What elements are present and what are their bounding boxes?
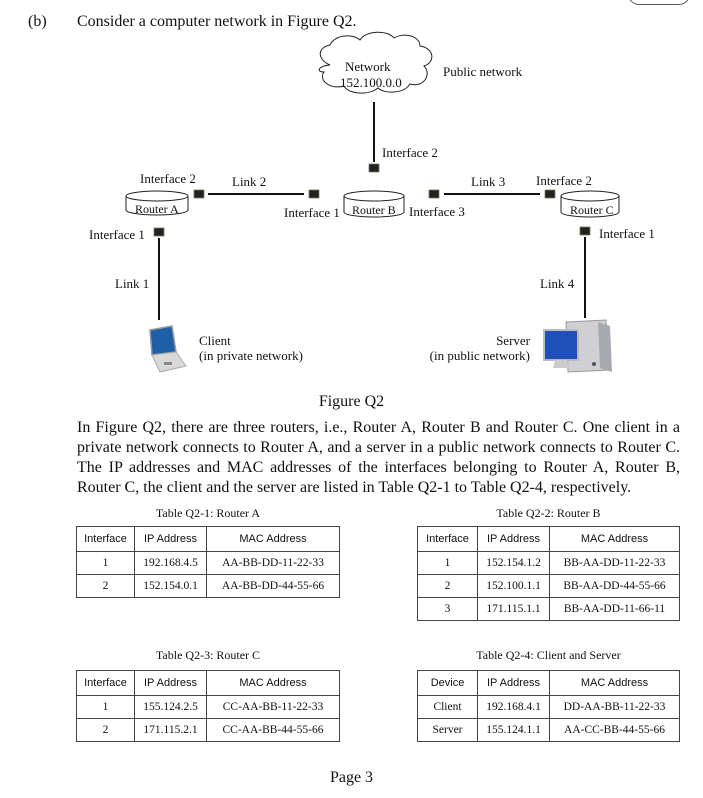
- table-row: 3 171.115.1.1 BB-AA-DD-11-66-11: [417, 597, 680, 621]
- table-cell: 152.154.1.2: [477, 551, 550, 575]
- router-a-label: Router A: [135, 202, 179, 216]
- table-row: Client 192.168.4.1 DD-AA-BB-11-22-33: [417, 695, 680, 719]
- table-cell: 152.154.0.1: [134, 574, 207, 598]
- router-a-if1-port-icon: [153, 227, 165, 237]
- table-cell: 192.168.4.5: [134, 551, 207, 575]
- column-header: IP Address: [134, 670, 207, 696]
- link-2-label: Link 2: [232, 174, 267, 189]
- router-b-label: Router B: [352, 203, 396, 217]
- column-header: MAC Address: [206, 670, 340, 696]
- router-b-if1-port-icon: [308, 189, 320, 199]
- table-cell: BB-AA-DD-11-22-33: [549, 551, 680, 575]
- table-cell: 2: [76, 718, 135, 742]
- column-header: Interface: [76, 526, 135, 552]
- column-header: IP Address: [477, 526, 550, 552]
- laptop-icon: [149, 325, 187, 373]
- table-cell: Client: [417, 695, 478, 719]
- router-b-if1-label: Interface 1: [284, 205, 340, 220]
- table-cell: 2: [76, 574, 135, 598]
- table-header-row: Interface IP Address MAC Address: [417, 526, 680, 552]
- router-a-if1-label: Interface 1: [89, 227, 145, 242]
- router-c-if2-label: Interface 2: [536, 173, 592, 188]
- table-cell: AA-BB-DD-44-55-66: [206, 574, 340, 598]
- table-cell: 155.124.1.1: [477, 718, 550, 742]
- table-row: 1 192.168.4.5 AA-BB-DD-11-22-33: [76, 551, 340, 575]
- server-sublabel: (in public network): [429, 348, 530, 363]
- table-cell: 152.100.1.1: [477, 574, 550, 598]
- table-q2-4-caption: Table Q2-4: Client and Server: [476, 648, 621, 662]
- table-cell: CC-AA-BB-11-22-33: [206, 695, 340, 719]
- router-b-if3-label: Interface 3: [409, 204, 465, 219]
- cloud-label-network: Network: [345, 59, 391, 74]
- table-q2-1: Interface IP Address MAC Address 1 192.1…: [76, 526, 340, 598]
- table-row: 1 155.124.2.5 CC-AA-BB-11-22-33: [76, 695, 340, 719]
- table-cell: 171.115.1.1: [477, 597, 550, 621]
- router-b-if3-port-icon: [428, 189, 440, 199]
- table-q2-3-caption: Table Q2-3: Router C: [155, 648, 261, 662]
- table-cell: 1: [417, 551, 478, 575]
- column-header: Device: [417, 670, 478, 696]
- client-label: Client: [199, 333, 231, 348]
- table-row: 1 152.154.1.2 BB-AA-DD-11-22-33: [417, 551, 680, 575]
- table-cell: AA-CC-BB-44-55-66: [549, 718, 680, 742]
- table-cell: DD-AA-BB-11-22-33: [549, 695, 680, 719]
- router-c-if1-port-icon: [579, 226, 591, 236]
- table-row: 2 152.100.1.1 BB-AA-DD-44-55-66: [417, 574, 680, 598]
- link-3-label: Link 3: [471, 174, 506, 189]
- table-cell: 1: [76, 695, 135, 719]
- router-c-if2-port-icon: [544, 189, 556, 199]
- table-cell: 1: [76, 551, 135, 575]
- table-q2-1-caption: Table Q2-1: Router A: [155, 506, 261, 520]
- table-cell: 192.168.4.1: [477, 695, 550, 719]
- server-computer-icon: [543, 319, 612, 373]
- table-header-row: Interface IP Address MAC Address: [76, 670, 340, 696]
- router-b-if2-port-icon: [368, 163, 380, 173]
- router-c-label: Router C: [570, 203, 614, 217]
- column-header: MAC Address: [206, 526, 340, 552]
- table-cell: 3: [417, 597, 478, 621]
- page-number: Page 3: [329, 769, 374, 786]
- router-b-if2-label: Interface 2: [382, 145, 438, 160]
- table-q2-2-caption: Table Q2-2: Router B: [496, 506, 601, 520]
- table-cell: AA-BB-DD-11-22-33: [206, 551, 340, 575]
- figure-caption: Figure Q2: [318, 393, 385, 410]
- link-1-label: Link 1: [115, 276, 150, 291]
- server-label: Server: [496, 333, 530, 348]
- table-q2-2: Interface IP Address MAC Address 1 152.1…: [417, 526, 680, 621]
- description-paragraph: In Figure Q2, there are three routers, i…: [77, 419, 680, 496]
- table-q2-4: Device IP Address MAC Address Client 192…: [417, 670, 680, 742]
- table-q2-3: Interface IP Address MAC Address 1 155.1…: [76, 670, 340, 742]
- router-a-if2-port-icon: [193, 189, 205, 199]
- table-cell: BB-AA-DD-44-55-66: [549, 574, 680, 598]
- table-row: Server 155.124.1.1 AA-CC-BB-44-55-66: [417, 718, 680, 742]
- table-header-row: Interface IP Address MAC Address: [76, 526, 340, 552]
- column-header: IP Address: [477, 670, 550, 696]
- table-cell: 171.115.2.1: [134, 718, 207, 742]
- table-row: 2 171.115.2.1 CC-AA-BB-44-55-66: [76, 718, 340, 742]
- router-c-if1-label: Interface 1: [599, 226, 655, 241]
- column-header: Interface: [417, 526, 478, 552]
- cloud-label-address: 152.100.0.0: [340, 75, 402, 90]
- column-header: MAC Address: [549, 670, 680, 696]
- table-row: 2 152.154.0.1 AA-BB-DD-44-55-66: [76, 574, 340, 598]
- table-cell: BB-AA-DD-11-66-11: [549, 597, 680, 621]
- public-network-label: Public network: [443, 64, 523, 79]
- router-a-if2-label: Interface 2: [140, 171, 196, 186]
- table-cell: 155.124.2.5: [134, 695, 207, 719]
- table-cell: CC-AA-BB-44-55-66: [206, 718, 340, 742]
- column-header: Interface: [76, 670, 135, 696]
- column-header: IP Address: [134, 526, 207, 552]
- client-sublabel: (in private network): [199, 348, 303, 363]
- table-header-row: Device IP Address MAC Address: [417, 670, 680, 696]
- column-header: MAC Address: [549, 526, 680, 552]
- table-cell: 2: [417, 574, 478, 598]
- link-4-label: Link 4: [540, 276, 575, 291]
- table-cell: Server: [417, 718, 478, 742]
